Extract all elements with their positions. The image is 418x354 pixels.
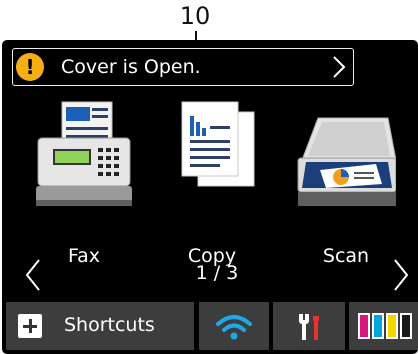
touchscreen: ! Cover is Open. Fax Copy Scan 1 / 3 Sho… [2,40,418,354]
scan-icon [297,117,396,206]
status-message-text: Cover is Open. [61,56,201,78]
plus-icon [18,314,42,338]
chevron-right-icon [333,56,346,78]
ink-button[interactable] [349,302,418,350]
alert-icon: ! [16,53,44,81]
status-message-bar[interactable]: ! Cover is Open. [12,48,354,86]
settings-button[interactable] [273,302,345,350]
shortcuts-button[interactable]: Shortcuts [6,302,194,350]
scan-app-button[interactable]: Scan [286,100,406,290]
callout-number: 10 [179,2,211,30]
fax-icon [36,101,132,206]
wifi-button[interactable] [199,302,269,350]
fax-label: Fax [67,245,101,267]
fax-app-button[interactable]: Fax [24,100,144,290]
ink-cartridges-icon [358,313,412,339]
page-indicator: 1 / 3 [195,262,239,284]
scan-label: Scan [322,245,370,267]
wifi-icon [216,315,252,340]
copy-icon [181,101,255,187]
chevron-left-icon[interactable] [24,258,42,292]
shortcuts-label: Shortcuts [64,314,155,336]
tools-icon [299,314,319,340]
chevron-right-icon[interactable] [392,258,410,292]
